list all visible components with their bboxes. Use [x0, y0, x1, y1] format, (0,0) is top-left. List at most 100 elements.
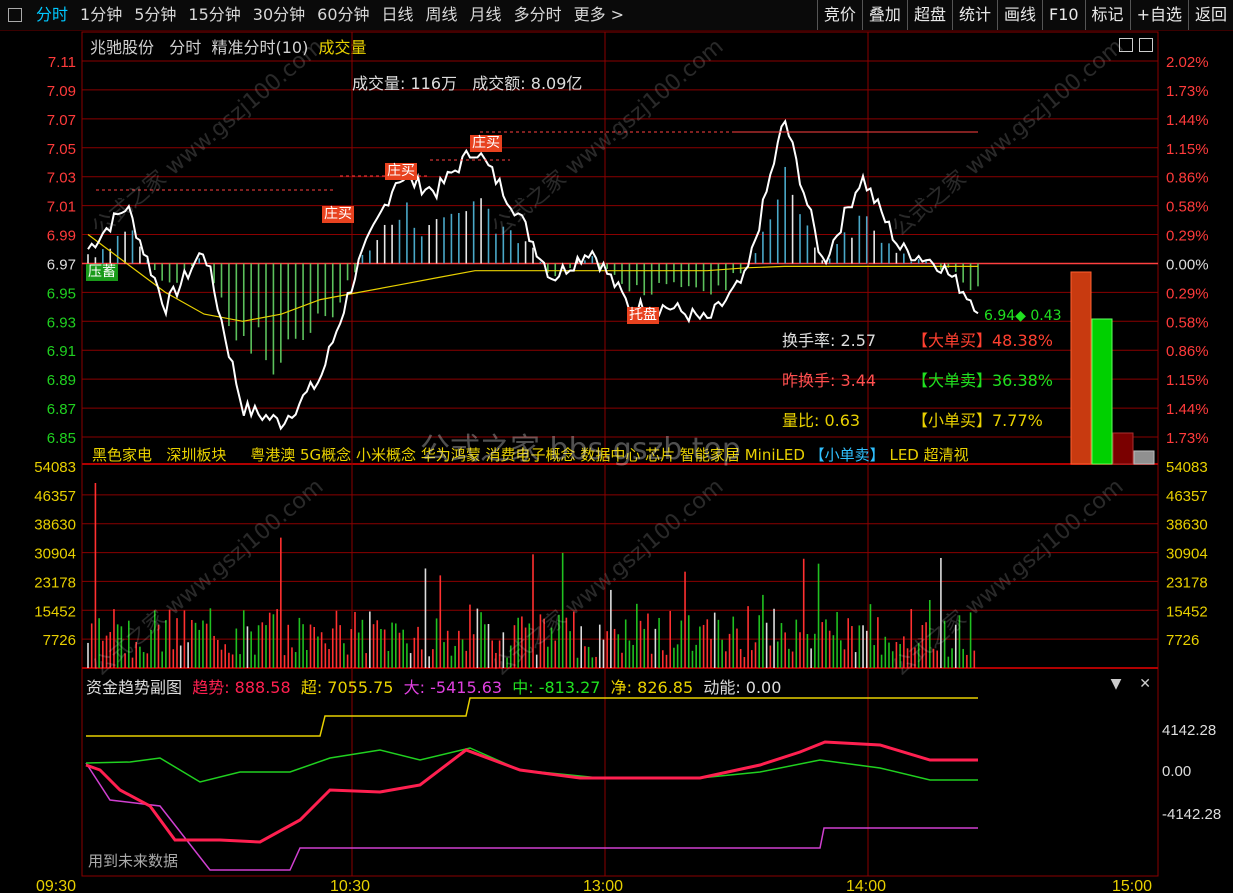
price-tick-label: 6.99 — [47, 228, 76, 245]
big-sell-bar — [1091, 318, 1113, 465]
volume-summary: 成交量: 116万 成交额: 8.09亿 — [352, 70, 582, 94]
concept-item[interactable]: 华为鸿蒙 — [421, 446, 481, 464]
volume-bars — [87, 483, 976, 668]
price-tick-label: 6.97 — [47, 256, 76, 273]
percent-tick-label: 0.58% — [1166, 199, 1209, 216]
amount-summary-value: 成交额: 8.09亿 — [472, 74, 583, 93]
volume-tick-label-right: 46357 — [1166, 488, 1208, 505]
percent-tick-label: 1.15% — [1166, 372, 1209, 389]
mid-line — [85, 747, 978, 783]
percent-tick-label: 1.44% — [1166, 401, 1209, 418]
axes: 7.11 2.02% 7.09 1.73% 7.07 1.44% 7.05 1.15% 7.03… — [34, 54, 1221, 893]
percent-tick-label: 0.86% — [1166, 170, 1209, 187]
tag-zhuang-mai-2: 庄买 — [385, 163, 417, 180]
concept-item[interactable]: 深圳板块 — [166, 446, 226, 464]
concept-item[interactable]: 粤港澳 — [250, 446, 295, 464]
net-value: 净: 826.85 — [610, 678, 694, 697]
super-line — [86, 697, 978, 737]
order-bars — [1070, 271, 1155, 465]
price-tick-label: 6.95 — [47, 285, 76, 302]
price-tick-label: 7.09 — [47, 83, 76, 100]
momentum-value: 动能: 0.00 — [703, 678, 782, 697]
sub-chart-name[interactable]: 资金趋势副图 — [86, 678, 182, 697]
volume-tick-label: 15452 — [34, 603, 76, 620]
percent-tick-label: 2.02% — [1166, 54, 1209, 71]
concept-item[interactable]: LED — [889, 446, 918, 464]
volume-tick-label: 54083 — [34, 459, 76, 476]
price-tick-label: 6.91 — [47, 343, 76, 360]
percent-tick-label: 0.00% — [1166, 256, 1209, 273]
percent-tick-label: 1.73% — [1166, 83, 1209, 100]
price-tick-label: 7.01 — [47, 199, 76, 216]
time-tick-label: 09:30 — [36, 878, 76, 893]
small-sell-bar — [1133, 450, 1155, 465]
percent-tick-label: 0.29% — [1166, 228, 1209, 245]
concept-item[interactable]: 5G概念 — [300, 446, 351, 464]
sub-tick-label: -4142.28 — [1162, 806, 1221, 823]
percent-tick-label: 1.73% — [1166, 430, 1209, 447]
volume-tick-label: 46357 — [34, 488, 76, 505]
price-tick-label: 7.07 — [47, 112, 76, 129]
time-tick-label: 15:00 — [1112, 878, 1152, 893]
dropdown-icon[interactable]: ▼ — [1111, 676, 1122, 692]
current-price: 6.94◆ 0.43 — [984, 308, 1062, 324]
turnover-rate: 换手率: 2.57 — [782, 331, 877, 350]
sub-chart-title: 资金趋势副图 趋势: 888.58 超: 7055.75 大: -5415.63… — [86, 674, 781, 698]
volume-summary-value: 成交量: 116万 — [352, 74, 458, 93]
big-value: 大: -5415.63 — [403, 678, 503, 697]
volume-tick-label: 38630 — [34, 517, 76, 534]
concept-item[interactable]: 智能家居 — [680, 446, 740, 464]
percent-tick-label: 0.86% — [1166, 343, 1209, 360]
price-tick-label: 7.11 — [48, 54, 76, 71]
volume-ratio: 量比: 0.63 — [782, 411, 861, 430]
big-sell: 【大单卖】36.38% — [912, 371, 1054, 390]
sub-tick-label: 0.00 — [1162, 763, 1191, 780]
close-icon[interactable]: ✕ — [1139, 676, 1151, 692]
concept-item[interactable]: MiniLED — [745, 446, 805, 464]
price-tick-label: 7.03 — [47, 170, 76, 187]
big-line — [85, 762, 978, 871]
small-buy-bar — [1112, 432, 1134, 465]
concept-item[interactable]: 黑色家电 — [92, 446, 152, 464]
volume-tick-label-right: 15452 — [1166, 603, 1208, 620]
trend-line — [85, 740, 978, 844]
time-tick-label: 13:00 — [583, 878, 623, 893]
small-sell: 【小单卖】 — [809, 446, 885, 464]
volume-tick-label: 30904 — [34, 546, 76, 563]
prev-turnover: 昨换手: 3.44 — [782, 371, 877, 390]
sub-tick-label: 4142.28 — [1162, 722, 1216, 739]
small-buy: 【小单买】7.77% — [912, 411, 1043, 430]
price-tick-label: 6.85 — [47, 430, 76, 447]
concept-item[interactable]: 芯片 — [645, 446, 675, 464]
tag-zhuang-mai-1: 庄买 — [322, 206, 354, 223]
concept-row: 黑色家电 深圳板块 粤港澳 5G概念 小米概念 华为鸿蒙 消费电子概念 数据中心… — [92, 444, 969, 465]
concept-item[interactable]: 超清视 — [924, 446, 969, 464]
future-data-note: 用到未来数据 — [88, 852, 179, 870]
concept-item[interactable]: 小米概念 — [356, 446, 416, 464]
percent-tick-label: 1.15% — [1166, 141, 1209, 158]
time-tick-label: 10:30 — [330, 878, 370, 893]
super-value: 超: 7055.75 — [300, 678, 394, 697]
percent-tick-label: 1.44% — [1166, 112, 1209, 129]
big-buy-bar — [1070, 271, 1092, 465]
volume-tick-label-right: 54083 — [1166, 459, 1208, 476]
tag-ya-zhen: 压蓄 — [86, 264, 118, 281]
time-tick-label: 14:00 — [846, 878, 886, 893]
volume-tick-label-right: 23178 — [1166, 574, 1208, 591]
price-tick-label: 6.89 — [47, 372, 76, 389]
volume-tick-label-right: 7726 — [1166, 632, 1199, 649]
volume-tick-label-right: 38630 — [1166, 517, 1208, 534]
mid-value: 中: -813.27 — [512, 678, 601, 697]
concept-item[interactable]: 消费电子概念 — [486, 446, 576, 464]
percent-tick-label: 0.58% — [1166, 314, 1209, 331]
price-tick-label: 6.87 — [47, 401, 76, 418]
percent-tick-label: 0.29% — [1166, 285, 1209, 302]
price-tick-label: 6.93 — [47, 314, 76, 331]
big-buy: 【大单买】48.38% — [912, 331, 1054, 350]
volume-tick-label-right: 30904 — [1166, 546, 1208, 563]
tag-tuo-pan: 托盘 — [627, 307, 659, 324]
trend-value: 趋势: 888.58 — [192, 678, 291, 697]
concept-item[interactable]: 数据中心 — [580, 446, 640, 464]
sub-chart-controls: ▼ ✕ — [1111, 676, 1151, 692]
price-tick-label: 7.05 — [47, 141, 76, 158]
